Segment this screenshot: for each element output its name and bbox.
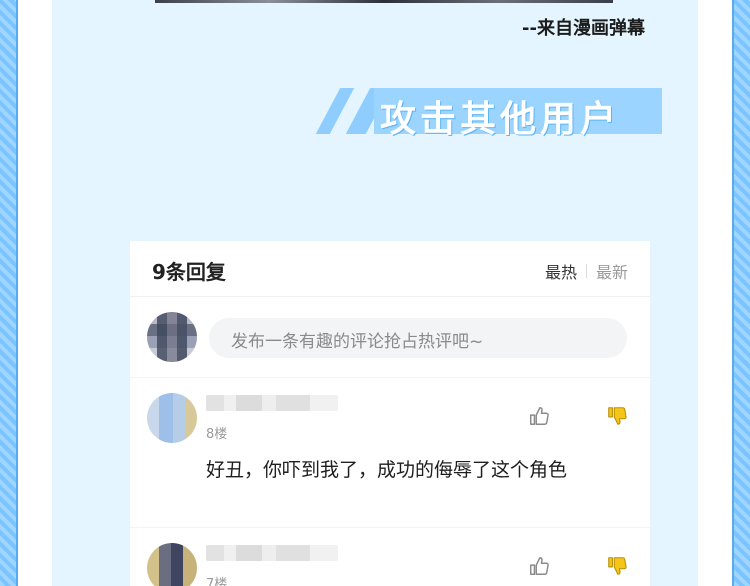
manga-image-bottom-edge (155, 0, 613, 3)
comment-compose-row: 发布一条有趣的评论抢占热评吧~ (130, 298, 650, 378)
content-panel: --来自漫画弹幕 攻击其他用户 9条回复 最热 最新 发布一条有趣的评论抢占热评… (52, 0, 698, 586)
commenter-avatar[interactable] (147, 393, 197, 443)
sort-hot-tab[interactable]: 最热 (545, 259, 577, 283)
sort-new-tab[interactable]: 最新 (596, 259, 628, 283)
comment-floor: 8楼 (206, 427, 228, 442)
quote-source: --来自漫画弹幕 (522, 18, 645, 39)
commenter-username-blurred[interactable] (206, 395, 338, 411)
sort-divider (585, 264, 587, 278)
thumbs-down-icon[interactable] (606, 555, 628, 577)
comment-card: 9条回复 最热 最新 发布一条有趣的评论抢占热评吧~ 8楼 好丑，你吓到我了，成… (130, 241, 650, 586)
left-frame-decoration (0, 0, 18, 586)
comment-floor: 7楼 (206, 577, 228, 586)
thumbs-down-icon[interactable] (606, 405, 628, 427)
left-margin (18, 0, 52, 586)
comment-item: 7楼 (130, 529, 650, 586)
section-banner: 攻击其他用户 (315, 88, 662, 140)
comment-item: 8楼 好丑，你吓到我了，成功的侮辱了这个角色 (130, 379, 650, 528)
comment-text: 好丑，你吓到我了，成功的侮辱了这个角色 (206, 459, 568, 481)
banner-title: 攻击其他用户 (380, 99, 621, 140)
right-margin (698, 0, 732, 586)
right-frame-decoration (732, 0, 750, 586)
sort-toggle: 最热 最新 (545, 259, 628, 283)
current-user-avatar[interactable] (147, 312, 197, 362)
commenter-avatar[interactable] (147, 543, 197, 586)
reply-count: 9条回复 (152, 260, 226, 284)
comment-card-header: 9条回复 最热 最新 (130, 241, 650, 297)
commenter-username-blurred[interactable] (206, 545, 338, 561)
thumbs-up-icon[interactable] (528, 405, 550, 427)
comment-input[interactable]: 发布一条有趣的评论抢占热评吧~ (209, 318, 627, 358)
thumbs-up-icon[interactable] (528, 555, 550, 577)
